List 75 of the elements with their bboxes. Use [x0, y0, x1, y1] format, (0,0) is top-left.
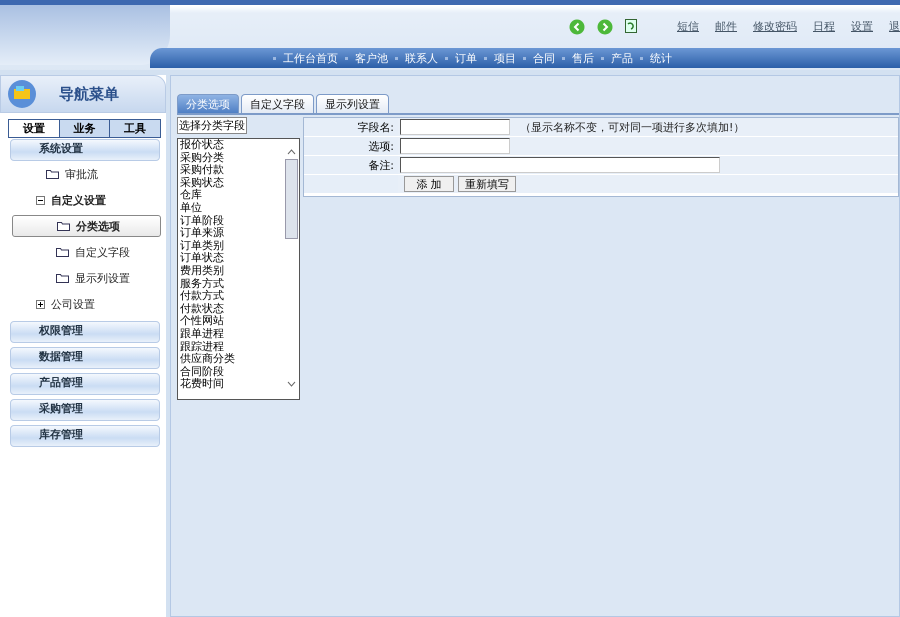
list-item[interactable]: 跟踪进程	[180, 340, 284, 354]
list-item[interactable]: 报价状态	[180, 139, 284, 152]
nav-link[interactable]: 订单	[455, 50, 477, 66]
list-item[interactable]: 订单阶段	[180, 214, 284, 228]
top-link[interactable]: 日程	[813, 19, 835, 34]
section-header[interactable]: 系统设置	[10, 139, 160, 161]
arrow-circle-icon[interactable]	[597, 18, 613, 34]
tree-group[interactable]: 公司设置	[12, 291, 161, 317]
tree-item[interactable]: 显示列设置	[12, 265, 161, 291]
list-title: 选择分类字段	[177, 117, 247, 134]
nav-link[interactable]: 联系人	[405, 50, 438, 66]
collapse-icon[interactable]	[36, 196, 45, 204]
sidebar-title: 导航菜单	[59, 84, 119, 104]
list-item[interactable]: 采购付款	[180, 164, 284, 177]
list-item[interactable]: 订单类别	[180, 240, 284, 252]
field-label: 字段名:	[304, 118, 398, 136]
nav-link[interactable]: 产品	[611, 50, 633, 66]
list-item[interactable]: 仓库	[180, 189, 284, 202]
section-header[interactable]: 权限管理	[10, 321, 160, 343]
list-item[interactable]: 供应商分类	[180, 353, 284, 366]
folder-icon	[56, 247, 69, 257]
list-item[interactable]: 付款方式	[180, 290, 284, 303]
top-link[interactable]: 邮件	[715, 19, 737, 34]
scroll-down-icon[interactable]	[287, 381, 296, 387]
nav-link[interactable]: 合同	[533, 50, 555, 66]
tree-item[interactable]: 自定义字段	[12, 239, 161, 265]
scrollbar-thumb[interactable]	[285, 159, 298, 239]
refresh-icon[interactable]	[625, 18, 637, 32]
field-label: 选项:	[304, 137, 398, 155]
arrow-circle-icon[interactable]	[569, 18, 585, 34]
list-item[interactable]: 采购分类	[180, 152, 284, 164]
nav-link[interactable]: 项目	[494, 50, 516, 66]
form-button[interactable]: 添 加	[404, 176, 454, 192]
folder-icon	[46, 169, 59, 179]
list-box[interactable]: 报价状态 采购分类 采购付款 采购状态 仓库 单位 订单阶段 订单来源 订单类别 订单状态 费用类别 服务方式 付款方式 付款状态 个性网站 跟单进程 跟踪进程 供应商分类 合同阶段 花费时间	[177, 138, 300, 400]
top-link[interactable]: 短信	[677, 19, 699, 34]
list-item[interactable]: 付款状态	[180, 302, 284, 316]
folder-icon	[57, 221, 70, 231]
list-item[interactable]: 订单来源	[180, 227, 284, 240]
scroll-up-icon[interactable]	[287, 149, 296, 155]
list-item[interactable]: 单位	[180, 202, 284, 215]
input-field[interactable]	[400, 119, 510, 135]
nav-link[interactable]: 工作台首页	[283, 50, 338, 66]
section-header[interactable]: 产品管理	[10, 373, 160, 395]
top-link[interactable]: 退	[889, 19, 900, 34]
input-field[interactable]	[400, 138, 510, 154]
section-header[interactable]: 库存管理	[10, 425, 160, 447]
expand-icon[interactable]	[36, 300, 45, 308]
list-item[interactable]: 订单状态	[180, 252, 284, 265]
list-item[interactable]: 合同阶段	[180, 366, 284, 378]
tree-item[interactable]: 审批流	[12, 161, 161, 187]
sidebar-tab[interactable]: 业务	[60, 120, 110, 137]
list-item[interactable]: 跟单进程	[180, 328, 284, 340]
field-hint: （显示名称不变，可对同一项进行多次填加!）	[520, 120, 744, 134]
section-header[interactable]: 采购管理	[10, 399, 160, 421]
list-item[interactable]: 费用类别	[180, 264, 284, 278]
list-item[interactable]: 花费时间	[180, 378, 284, 391]
input-field[interactable]	[400, 157, 720, 173]
top-link[interactable]: 设置	[851, 19, 873, 34]
nav-link[interactable]: 售后	[572, 50, 594, 66]
tab[interactable]: 显示列设置	[316, 94, 389, 113]
top-link[interactable]: 修改密码	[753, 19, 797, 34]
nav-link[interactable]: 统计	[650, 50, 672, 66]
form-button[interactable]: 重新填写	[458, 176, 516, 192]
field-label: 备注:	[304, 156, 398, 174]
tree-group[interactable]: 自定义设置	[12, 187, 161, 213]
folder-icon	[56, 273, 69, 283]
nav-link[interactable]: 客户池	[355, 50, 388, 66]
section-header[interactable]: 数据管理	[10, 347, 160, 369]
sidebar-tab[interactable]: 工具	[110, 120, 160, 137]
tree-item[interactable]: 分类选项	[12, 215, 161, 237]
list-item[interactable]: 个性网站	[180, 315, 284, 328]
tab[interactable]: 自定义字段	[241, 94, 314, 113]
list-item[interactable]: 服务方式	[180, 278, 284, 290]
list-item[interactable]: 采购状态	[180, 176, 284, 190]
